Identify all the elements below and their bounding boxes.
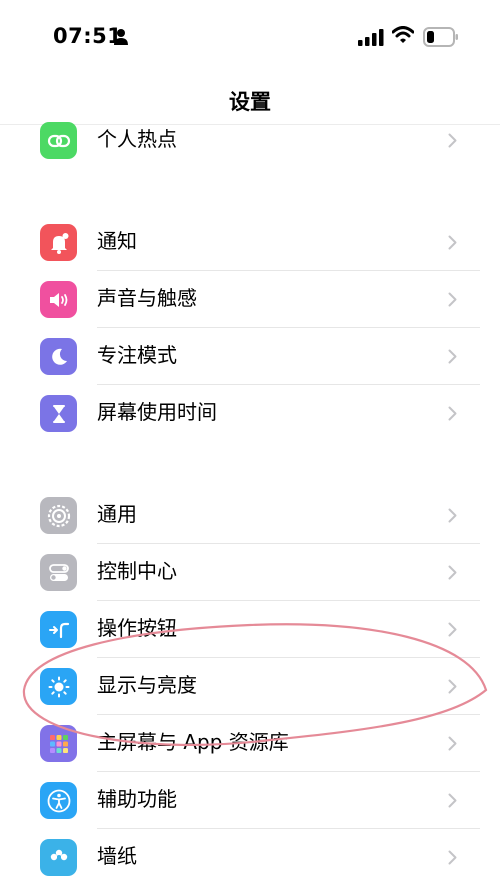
settings-row-label: 专注模式 — [97, 343, 177, 367]
settings-row-label: 声音与触感 — [97, 286, 197, 310]
cellular-signal-icon — [358, 29, 384, 46]
toggles-icon — [40, 554, 77, 591]
person-icon — [114, 29, 128, 45]
chevron-right-icon — [448, 793, 457, 808]
gear-icon — [40, 497, 77, 534]
settings-row-label: 辅助功能 — [97, 787, 177, 811]
chevron-right-icon — [448, 565, 457, 580]
battery-icon — [423, 27, 458, 47]
speaker-icon — [40, 281, 77, 318]
settings-row-general[interactable]: 通用 — [0, 487, 500, 544]
app-grid-icon — [40, 725, 77, 762]
settings-row-action-button[interactable]: 操作按钮 — [0, 601, 500, 658]
chevron-right-icon — [448, 736, 457, 751]
settings-row-label: 屏幕使用时间 — [97, 400, 217, 424]
chevron-right-icon — [448, 508, 457, 523]
moon-icon — [40, 338, 77, 375]
chevron-right-icon — [448, 235, 457, 250]
settings-row-sounds-haptics[interactable]: 声音与触感 — [0, 271, 500, 328]
chevron-right-icon — [448, 292, 457, 307]
settings-row-label: 显示与亮度 — [97, 673, 197, 697]
status-bar: 07:51 — [0, 0, 500, 74]
action-button-icon — [40, 611, 77, 648]
bell-icon — [40, 224, 77, 261]
settings-row-personal-hotspot[interactable]: 个人热点 — [0, 112, 500, 169]
settings-row-label: 主屏幕与 App 资源库 — [97, 730, 289, 754]
settings-row-label: 个人热点 — [97, 127, 177, 151]
chevron-right-icon — [448, 133, 457, 148]
settings-row-label: 控制中心 — [97, 559, 177, 583]
sun-icon — [40, 668, 77, 705]
settings-row-label: 墙纸 — [97, 844, 137, 868]
settings-row-screen-time[interactable]: 屏幕使用时间 — [0, 385, 500, 442]
settings-row-focus[interactable]: 专注模式 — [0, 328, 500, 385]
accessibility-icon — [40, 782, 77, 819]
settings-row-display-brightness[interactable]: 显示与亮度 — [0, 658, 500, 715]
hotspot-icon — [40, 122, 77, 159]
chevron-right-icon — [448, 679, 457, 694]
settings-row-control-center[interactable]: 控制中心 — [0, 544, 500, 601]
settings-row-wallpaper[interactable]: 墙纸 — [0, 829, 500, 886]
chevron-right-icon — [448, 850, 457, 865]
settings-row-notifications[interactable]: 通知 — [0, 214, 500, 271]
chevron-right-icon — [448, 406, 457, 421]
settings-row-accessibility[interactable]: 辅助功能 — [0, 772, 500, 829]
settings-row-home-screen-app-library[interactable]: 主屏幕与 App 资源库 — [0, 715, 500, 772]
settings-row-label: 操作按钮 — [97, 616, 177, 640]
hourglass-icon — [40, 395, 77, 432]
wallpaper-icon — [40, 839, 77, 876]
status-time: 07:51 — [53, 24, 123, 48]
settings-row-label: 通用 — [97, 502, 137, 526]
settings-row-label: 通知 — [97, 229, 137, 253]
wifi-icon — [392, 26, 414, 43]
chevron-right-icon — [448, 349, 457, 364]
chevron-right-icon — [448, 622, 457, 637]
